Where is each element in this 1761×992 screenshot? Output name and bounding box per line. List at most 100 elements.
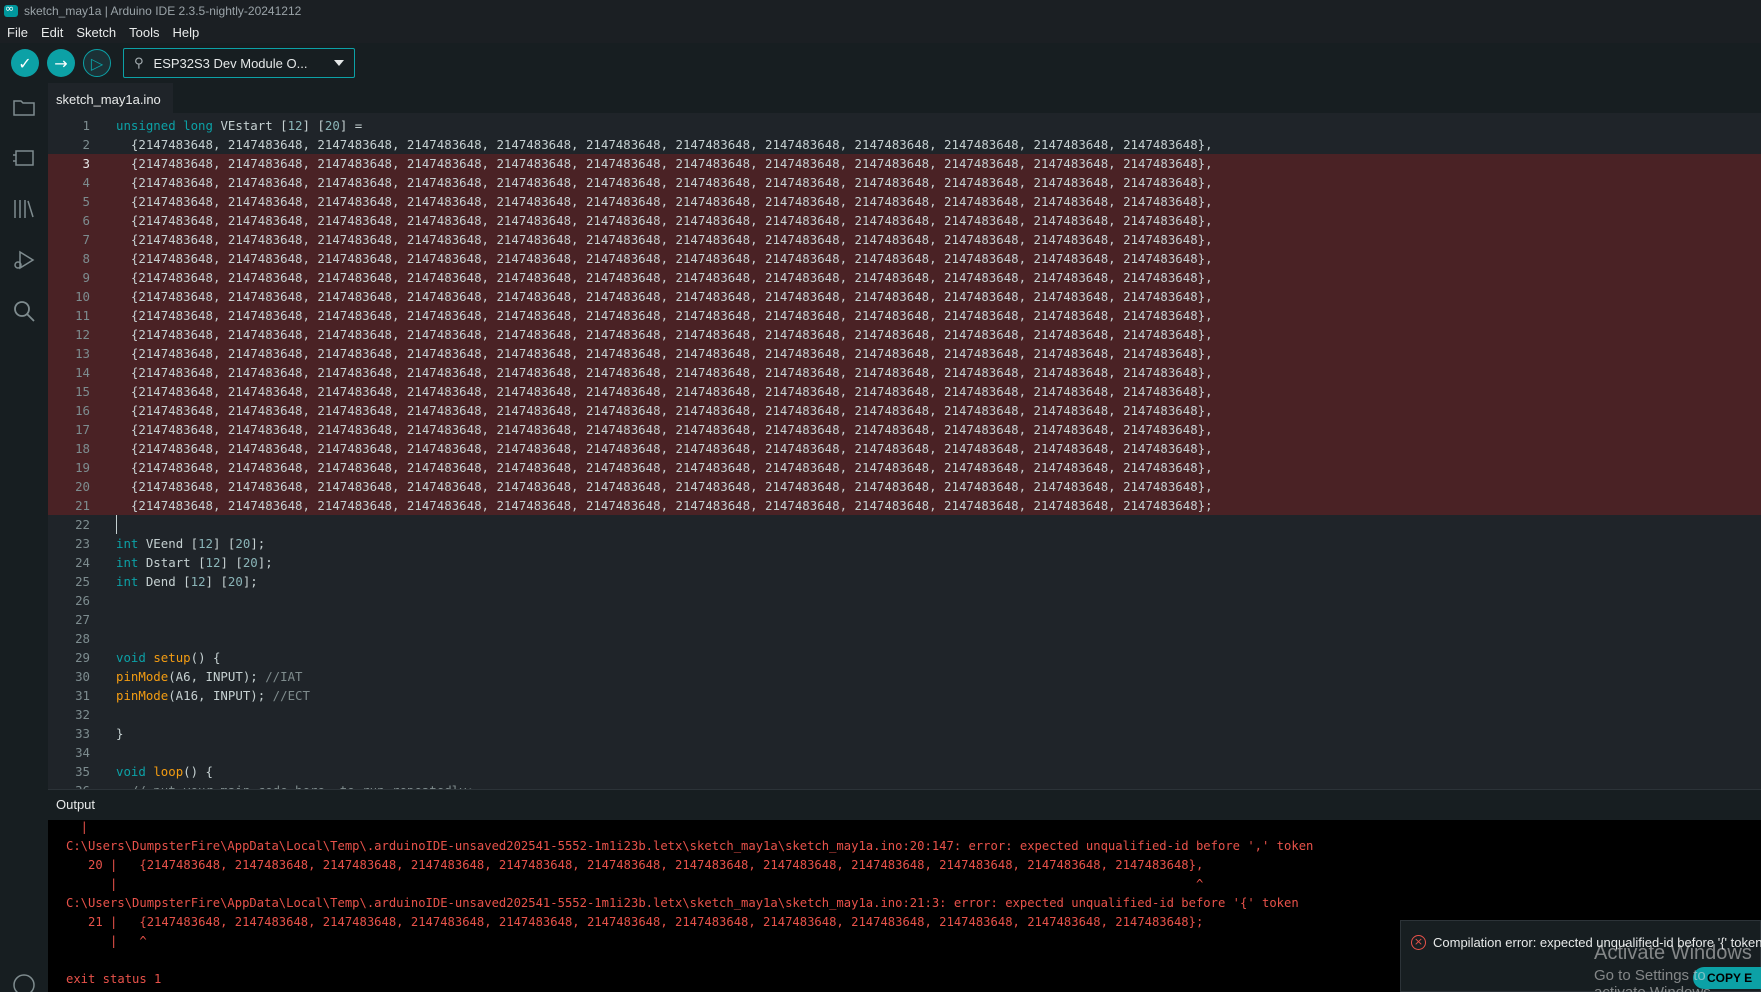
code-line: 10 {2147483648, 2147483648, 2147483648, … (48, 287, 1761, 306)
line-number: 22 (75, 517, 90, 532)
code-text: {2147483648, 2147483648, 2147483648, 214… (116, 232, 1213, 247)
menu-tools[interactable]: Tools (129, 25, 159, 40)
menu-sketch[interactable]: Sketch (76, 25, 116, 40)
line-number: 4 (82, 175, 90, 190)
code-line: 11 {2147483648, 2147483648, 2147483648, … (48, 306, 1761, 325)
library-icon[interactable] (12, 197, 36, 221)
code-line: 12 {2147483648, 2147483648, 2147483648, … (48, 325, 1761, 344)
menu-help[interactable]: Help (172, 25, 199, 40)
debug-icon: ▷ (90, 53, 104, 73)
copy-error-button[interactable]: COPY E (1693, 967, 1761, 989)
code-line: 14 {2147483648, 2147483648, 2147483648, … (48, 363, 1761, 382)
code-line: 31 pinMode(A16, INPUT); //ECT (48, 686, 1761, 705)
line-number: 18 (75, 441, 90, 456)
code-line: 29 void setup() { (48, 648, 1761, 667)
debug-icon[interactable] (12, 248, 36, 272)
code-text: pinMode(A16, INPUT); //ECT (116, 688, 310, 703)
line-number: 12 (75, 327, 90, 342)
output-line: C:\Users\DumpsterFire\AppData\Local\Temp… (66, 896, 1299, 910)
output-line: | (66, 820, 89, 834)
code-line: 9 {2147483648, 2147483648, 2147483648, 2… (48, 268, 1761, 287)
line-number: 2 (82, 137, 90, 152)
notification-message: Compilation error: expected unqualified-… (1433, 935, 1761, 950)
code-text: {2147483648, 2147483648, 2147483648, 214… (116, 251, 1213, 266)
line-number: 33 (75, 726, 90, 741)
output-line: | ^ (66, 934, 147, 948)
text-cursor (116, 515, 117, 534)
output-line: 20 | {2147483648, 2147483648, 2147483648… (66, 858, 1204, 872)
code-text: {2147483648, 2147483648, 2147483648, 214… (116, 365, 1213, 380)
menu-edit[interactable]: Edit (41, 25, 63, 40)
code-text: void loop() { (116, 764, 213, 779)
code-text: } (116, 726, 124, 741)
code-line: 15 {2147483648, 2147483648, 2147483648, … (48, 382, 1761, 401)
code-text: void setup() { (116, 650, 221, 665)
line-number: 5 (82, 194, 90, 209)
line-number: 27 (75, 612, 90, 627)
code-line: 25 int Dend [12] [20]; (48, 572, 1761, 591)
code-text: {2147483648, 2147483648, 2147483648, 214… (116, 194, 1213, 209)
code-text: // put your main code here, to run repea… (116, 781, 474, 789)
board-selector[interactable]: ⚲ ESP32S3 Dev Module O... (123, 48, 355, 78)
line-number: 11 (75, 308, 90, 323)
code-editor[interactable]: 1 unsigned long VEstart [12] [20] = 2 {214… (48, 113, 1761, 789)
code-line: 22 (48, 515, 1761, 534)
code-text: {2147483648, 2147483648, 2147483648, 214… (116, 403, 1213, 418)
code-text: {2147483648, 2147483648, 2147483648, 214… (116, 213, 1213, 228)
line-number: 10 (75, 289, 90, 304)
window-title: sketch_may1a | Arduino IDE 2.3.5-nightly… (24, 4, 302, 18)
search-icon[interactable] (12, 299, 36, 323)
check-icon: ✓ (18, 53, 32, 73)
code-line: 8 {2147483648, 2147483648, 2147483648, 2… (48, 249, 1761, 268)
code-line: 3 {2147483648, 2147483648, 2147483648, 2… (48, 154, 1761, 173)
upload-button[interactable]: → (47, 49, 75, 77)
line-number: 8 (82, 251, 90, 266)
debug-button[interactable]: ▷ (83, 49, 111, 77)
code-text: pinMode(A6, INPUT); //IAT (116, 669, 303, 684)
code-line: 5 {2147483648, 2147483648, 2147483648, 2… (48, 192, 1761, 211)
usb-icon: ⚲ (134, 55, 144, 71)
code-text: int Dend [12] [20]; (116, 574, 258, 589)
code-line: 7 {2147483648, 2147483648, 2147483648, 2… (48, 230, 1761, 249)
tab-sketch-file[interactable]: sketch_may1a.ino (48, 83, 173, 113)
board-manager-icon[interactable] (12, 146, 36, 170)
line-number: 25 (75, 574, 90, 589)
board-label: ESP32S3 Dev Module O... (153, 55, 308, 71)
line-number: 15 (75, 384, 90, 399)
line-number: 28 (75, 631, 90, 646)
folder-icon[interactable] (12, 95, 36, 119)
code-text: int Dstart [12] [20]; (116, 555, 273, 570)
code-line: 28 (48, 629, 1761, 648)
line-number: 9 (82, 270, 90, 285)
code-text: {2147483648, 2147483648, 2147483648, 214… (116, 460, 1213, 475)
output-tab[interactable]: Output (56, 797, 95, 812)
code-line: 13 {2147483648, 2147483648, 2147483648, … (48, 344, 1761, 363)
verify-button[interactable]: ✓ (11, 49, 39, 77)
code-line: 16 {2147483648, 2147483648, 2147483648, … (48, 401, 1761, 420)
code-text: {2147483648, 2147483648, 2147483648, 214… (116, 137, 1213, 152)
line-number: 1 (82, 118, 90, 133)
code-text: unsigned long VEstart [12] [20] = (116, 118, 363, 133)
line-number: 6 (82, 213, 90, 228)
line-number: 26 (75, 593, 90, 608)
code-line: 27 (48, 610, 1761, 629)
error-icon: × (1411, 935, 1426, 950)
line-number: 17 (75, 422, 90, 437)
line-number: 3 (82, 156, 90, 171)
menu-bar: File Edit Sketch Tools Help (0, 22, 1761, 43)
code-line: 20 {2147483648, 2147483648, 2147483648, … (48, 477, 1761, 496)
profile-icon[interactable] (12, 973, 36, 992)
code-line: 34 (48, 743, 1761, 762)
menu-file[interactable]: File (7, 25, 28, 40)
line-number: 35 (75, 764, 90, 779)
code-text: {2147483648, 2147483648, 2147483648, 214… (116, 308, 1213, 323)
code-text: {2147483648, 2147483648, 2147483648, 214… (116, 327, 1213, 342)
output-line: C:\Users\DumpsterFire\AppData\Local\Temp… (66, 839, 1314, 853)
line-number: 16 (75, 403, 90, 418)
line-number: 14 (75, 365, 90, 380)
code-line: 33} (48, 724, 1761, 743)
line-number: 21 (75, 498, 90, 513)
line-number: 19 (75, 460, 90, 475)
code-line: 21 {2147483648, 2147483648, 2147483648, … (48, 496, 1761, 515)
code-text: {2147483648, 2147483648, 2147483648, 214… (116, 270, 1213, 285)
